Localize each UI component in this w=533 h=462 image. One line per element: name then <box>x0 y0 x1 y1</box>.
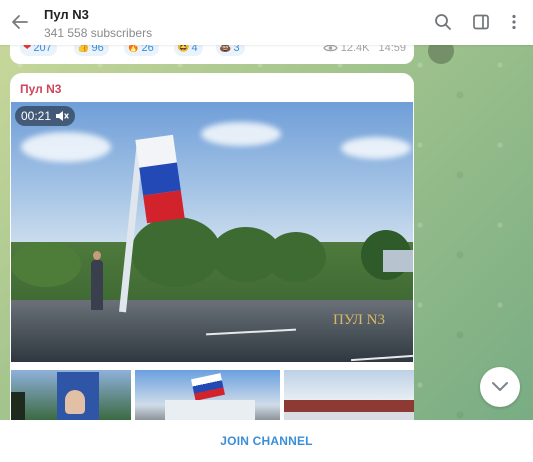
thumbnail-3[interactable] <box>284 370 414 420</box>
subscriber-count: 341 558 subscribers <box>44 26 153 40</box>
poster-face <box>65 390 85 414</box>
channel-post: Пул N3 ПУЛ N3 00:21 <box>10 73 414 433</box>
video-duration-badge[interactable]: 00:21 <box>15 106 76 126</box>
scroll-down-button[interactable] <box>480 367 520 407</box>
cloud <box>21 132 111 162</box>
channel-title[interactable]: Пул N3 <box>44 7 89 22</box>
search-icon[interactable] <box>434 13 452 31</box>
hedge <box>11 242 81 287</box>
thumbnail-2[interactable] <box>135 370 280 420</box>
thumbnail-1[interactable] <box>11 370 131 420</box>
media-thumbnails <box>10 370 414 420</box>
video-duration: 00:21 <box>21 109 52 123</box>
video-watermark: ПУЛ N3 <box>333 312 386 328</box>
person <box>91 251 103 310</box>
building <box>165 400 255 420</box>
chevron-down-icon <box>492 382 508 391</box>
building-wall <box>284 412 414 420</box>
join-channel-button[interactable]: JOIN CHANNEL <box>0 434 533 448</box>
building-roof <box>284 400 414 412</box>
tree <box>131 217 221 287</box>
cloud <box>341 137 411 159</box>
mute-icon <box>56 111 69 121</box>
footer-bar: JOIN CHANNEL <box>0 420 533 462</box>
pillar <box>11 392 25 420</box>
sidebar-icon[interactable] <box>472 13 490 31</box>
cloud <box>201 122 281 146</box>
video-road <box>11 300 413 362</box>
chat-header: Пул N3 341 558 subscribers <box>0 0 533 45</box>
flag-icon <box>191 373 225 401</box>
building <box>383 250 413 272</box>
back-arrow-icon[interactable] <box>10 12 30 32</box>
post-author[interactable]: Пул N3 <box>20 82 61 96</box>
tree <box>266 232 326 282</box>
more-vertical-icon[interactable] <box>505 13 523 31</box>
